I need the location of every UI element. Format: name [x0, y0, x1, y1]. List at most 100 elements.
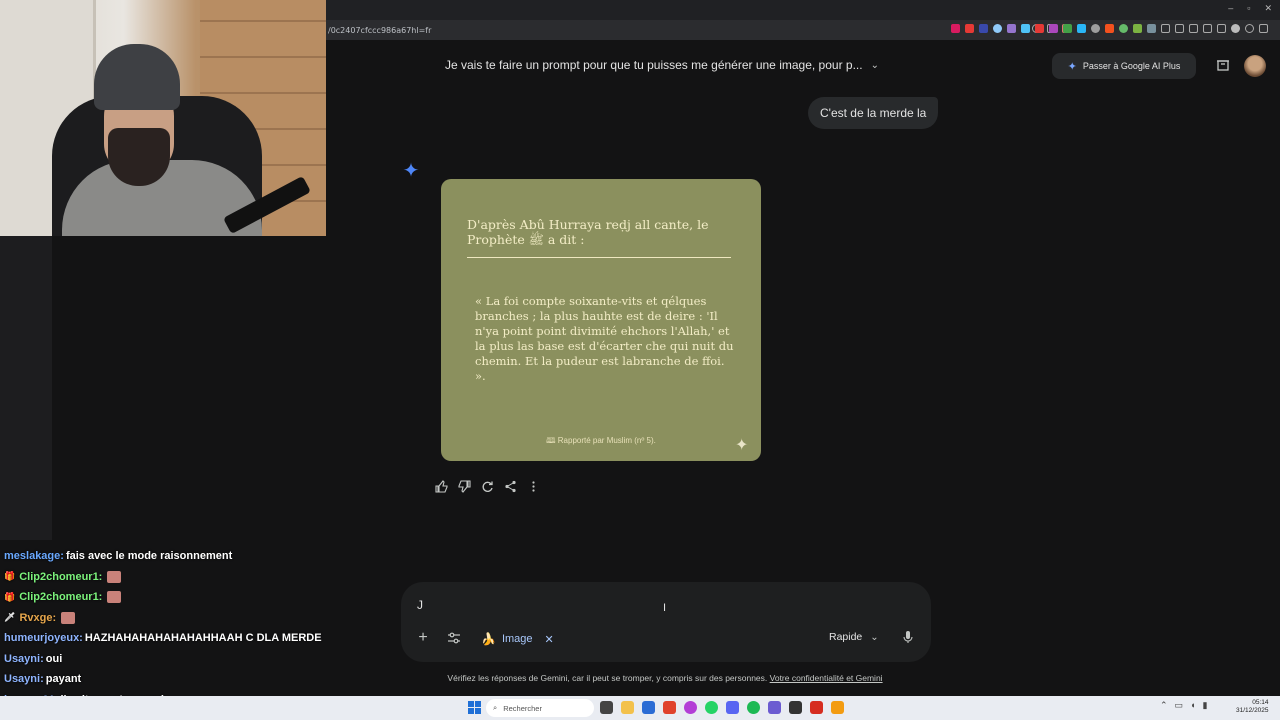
avatar[interactable]	[1244, 55, 1266, 77]
text-cursor-icon: I	[663, 602, 667, 614]
upgrade-label: Passer à Google AI Plus	[1082, 61, 1181, 71]
extension-icon[interactable]	[1133, 24, 1142, 33]
generated-image[interactable]: D'après Abû Hurraya rеḍj all cante, le P…	[441, 179, 761, 461]
chat-username[interactable]: Rvxge:	[19, 612, 56, 624]
add-attachment-button[interactable]: +	[415, 630, 431, 646]
maximize-button[interactable]: ▫	[1247, 3, 1250, 14]
download-icon[interactable]	[1189, 24, 1198, 33]
prompt-input[interactable]: J	[417, 598, 423, 612]
chevron-down-icon: ⌄	[870, 631, 879, 643]
privacy-link[interactable]: Votre confidentialité et Gemini	[770, 673, 883, 683]
spotify-icon[interactable]	[747, 701, 760, 714]
regenerate-icon[interactable]	[480, 480, 495, 496]
taskbar-clock[interactable]: 05:14 31/12/2025	[1236, 699, 1269, 715]
whatsapp-icon[interactable]	[705, 701, 718, 714]
watermark-sparkle-icon: ✦	[735, 435, 749, 454]
upgrade-button[interactable]: ✦ Passer à Google AI Plus	[1052, 53, 1196, 79]
windows-start-icon[interactable]	[468, 701, 481, 714]
app-icon[interactable]	[831, 701, 844, 714]
chat-username[interactable]: meslakage:	[4, 550, 64, 562]
image-chip-label: Image	[501, 633, 533, 645]
disclaimer-text: Vérifiez les réponses de Gemini, car il …	[447, 673, 768, 683]
chat-username[interactable]: Usayni:	[4, 653, 44, 665]
user-message-bubble: C'est de la merde la	[808, 97, 939, 129]
chat-message-text: oui	[45, 652, 63, 665]
chat-username[interactable]: Clip2chomeur1:	[19, 571, 102, 583]
chat-message: 🎁 Clip2chomeur1:	[4, 567, 344, 588]
extension-icon[interactable]	[1021, 24, 1030, 33]
app-icon[interactable]	[768, 701, 781, 714]
extension-icon[interactable]	[965, 24, 974, 33]
task-view-icon[interactable]	[600, 701, 613, 714]
chat-message-text: HAZHAHAHAHAHAHAHHAAH C DLA MERDE	[84, 632, 322, 645]
chat-username[interactable]: Clip2chomeur1:	[19, 591, 102, 603]
chevron-down-icon[interactable]: ⌄	[871, 60, 879, 71]
url-text[interactable]: /0c2407cfccc986a67hl=fr	[328, 26, 431, 35]
extension-icon[interactable]	[1063, 24, 1072, 33]
chevron-up-icon[interactable]: ⌃	[1160, 700, 1168, 711]
store-icon[interactable]	[642, 701, 655, 714]
extension-icon[interactable]	[1091, 24, 1100, 33]
system-tray: ⌃ ▭ ◖ ▮	[1160, 700, 1207, 711]
extension-icon[interactable]	[1077, 24, 1086, 33]
extension-icon[interactable]	[1105, 24, 1114, 33]
app-icon[interactable]	[789, 701, 802, 714]
sparkle-icon: ✦	[1067, 60, 1077, 73]
extension-icon[interactable]	[1147, 24, 1156, 33]
extension-icon[interactable]	[951, 24, 960, 33]
extension-icon[interactable]	[1119, 24, 1128, 33]
image-tool-chip[interactable]: 🍌 Image ✕	[481, 629, 554, 649]
thumbs-up-icon[interactable]	[434, 480, 449, 496]
battery-icon[interactable]: ▮	[1203, 700, 1208, 711]
gemini-sparkle-icon: ✦	[402, 160, 420, 182]
extensions-puzzle-icon[interactable]	[1175, 24, 1184, 33]
chat-message-text: fais avec le mode raisonnement	[65, 550, 233, 563]
download-icon[interactable]	[1035, 24, 1044, 33]
conversation-title-text: Je vais te faire un prompt pour que tu p…	[445, 58, 863, 72]
microphone-icon[interactable]	[901, 630, 915, 646]
window-controls: – ▫ ✕	[1228, 3, 1272, 14]
clock-time: 05:14	[1252, 699, 1269, 706]
chat-username[interactable]: humeurjoyeux:	[4, 632, 83, 644]
model-mode-select[interactable]: Rapide ⌄	[829, 631, 879, 643]
minimize-button[interactable]: –	[1228, 3, 1233, 14]
address-bar[interactable]: /0c2407cfccc986a67hl=fr	[326, 20, 1280, 40]
conversation-title[interactable]: Je vais te faire un prompt pour que tu p…	[445, 58, 879, 72]
extension-icon[interactable]	[1049, 24, 1058, 33]
search-icon: ⌕	[493, 703, 498, 712]
menu-icon[interactable]	[1259, 24, 1268, 33]
discord-icon[interactable]	[726, 701, 739, 714]
volume-icon[interactable]: ◖	[1190, 700, 1195, 711]
webcam-overlay	[0, 0, 326, 236]
more-options-icon[interactable]	[526, 480, 541, 496]
app-icon[interactable]	[684, 701, 697, 714]
close-icon[interactable]: ✕	[545, 633, 554, 646]
sidebar-icon[interactable]	[1203, 24, 1212, 33]
app-icon[interactable]	[810, 701, 823, 714]
extension-icon[interactable]	[1007, 24, 1016, 33]
close-window-button[interactable]: ✕	[1264, 3, 1272, 14]
chat-message: meslakage: fais avec le mode raisonnement	[4, 546, 344, 567]
image-quote-text: « La foi compte soixante-vits et qélques…	[475, 294, 734, 383]
taskbar-search[interactable]: ⌕ Rechercher	[486, 699, 594, 717]
tab-icon[interactable]	[1217, 24, 1226, 33]
extension-icon[interactable]	[1161, 24, 1170, 33]
file-explorer-icon[interactable]	[621, 701, 634, 714]
chat-message: 🎁 Clip2chomeur1:	[4, 587, 344, 608]
archive-icon[interactable]	[1216, 58, 1230, 72]
share-icon[interactable]	[503, 480, 518, 496]
tools-icon[interactable]	[447, 632, 463, 646]
extension-icon[interactable]	[979, 24, 988, 33]
image-divider	[467, 257, 731, 258]
extension-icon[interactable]	[993, 24, 1002, 33]
prompt-input-box[interactable]: J I + 🍌 Image ✕ Rapide ⌄	[401, 582, 931, 662]
extension-icon[interactable]	[1231, 24, 1240, 33]
chat-message: 🗡 Rvxge:	[4, 608, 344, 629]
response-actions	[434, 480, 541, 496]
chat-badge-icon: 🎁	[4, 591, 16, 602]
chat-emote-icon	[107, 591, 122, 604]
profile-icon[interactable]	[1245, 24, 1254, 33]
network-icon[interactable]: ▭	[1175, 700, 1184, 711]
brave-icon[interactable]	[663, 701, 676, 714]
thumbs-down-icon[interactable]	[457, 480, 472, 496]
